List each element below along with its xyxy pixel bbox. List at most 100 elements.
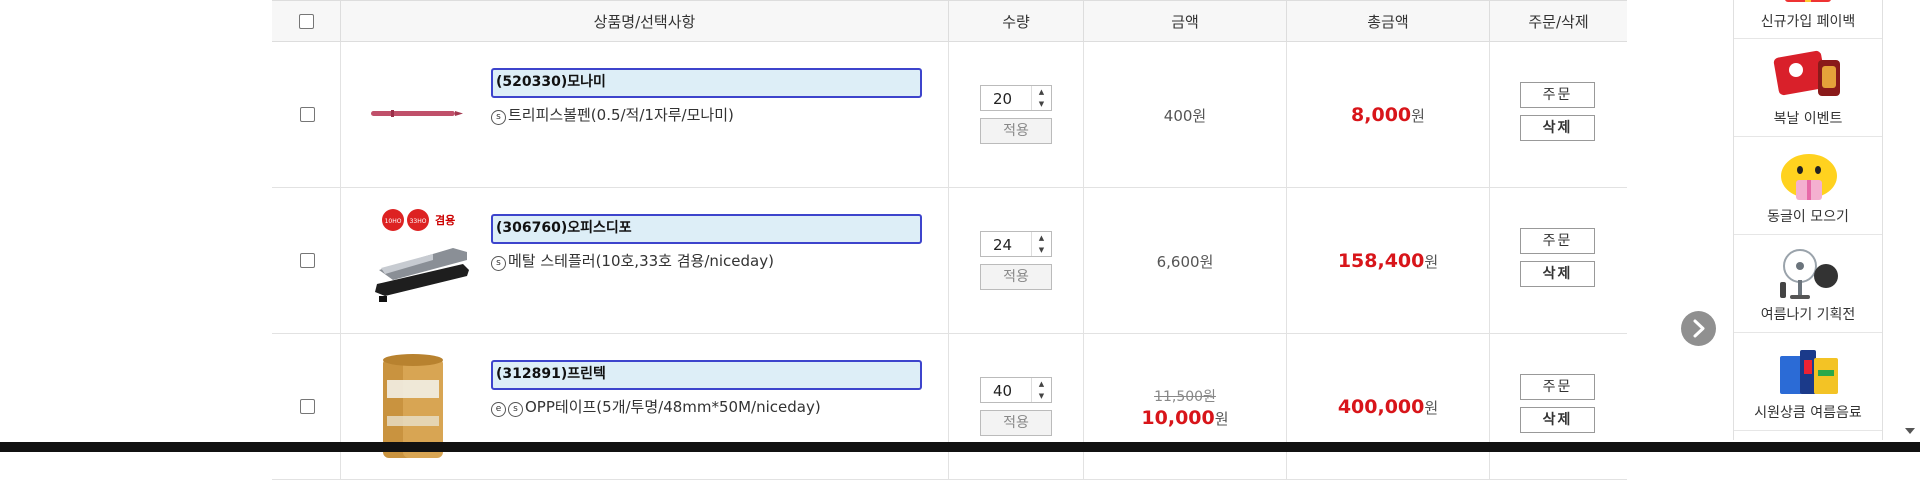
sale-price: 10,000원	[1084, 407, 1286, 429]
sidebar-item-label: 신규가입 페이백	[1760, 14, 1856, 30]
stepper-down-icon[interactable]: ▼	[1032, 98, 1051, 110]
red-cards-icon	[1773, 50, 1840, 96]
product-desc: OPP테이프(5개/투명/48mm*50M/niceday)	[525, 398, 821, 416]
row-select-cell	[272, 188, 341, 333]
order-button[interactable]: 주문	[1520, 82, 1595, 108]
select-all-checkbox[interactable]	[298, 13, 314, 29]
stepper-up-icon[interactable]: ▲	[1032, 378, 1051, 390]
table-row: (520330)모나미 s 트리피스볼펜(0.5/적/1자루/모나미) 20 ▲ …	[272, 42, 1627, 188]
apply-button[interactable]: 적용	[980, 264, 1052, 290]
product-cell: 10HO 33HO 겸용 (306760)오피스디포 s 메탈 스테플러(10호,…	[341, 188, 949, 333]
stepper-spin: ▲ ▼	[1031, 86, 1051, 110]
quantity-value[interactable]: 40	[993, 382, 1012, 400]
delete-button[interactable]: 삭제	[1520, 407, 1595, 433]
total-value: 8,000	[1351, 104, 1412, 126]
price-cell: 400원	[1084, 42, 1287, 187]
row-checkbox[interactable]	[300, 106, 315, 122]
won-unit: 원	[1424, 253, 1439, 271]
total-value: 400,000	[1337, 396, 1425, 418]
bottom-bar	[0, 442, 1920, 452]
apply-button[interactable]: 적용	[980, 118, 1052, 144]
sidebar-item-collect-donggle[interactable]: 동글이 모으기	[1734, 136, 1882, 235]
red-pen-image[interactable]	[363, 54, 483, 174]
total-cell: 158,400원	[1287, 188, 1490, 333]
delete-button[interactable]: 삭제	[1520, 115, 1595, 141]
price-cell: 6,600원	[1084, 188, 1287, 333]
sidebar-item-label: 시원상큼 여름음료	[1754, 405, 1862, 421]
quantity-stepper[interactable]: 40 ▲ ▼	[980, 377, 1052, 403]
next-arrow-button[interactable]	[1681, 311, 1716, 346]
cart-table-header: 상품명/선택사항 수량 금액 총금액 주문/삭제	[272, 0, 1627, 42]
e-badge-icon: e	[491, 402, 506, 417]
won-unit: 원	[1424, 399, 1439, 417]
sidebar-item-summer-promo[interactable]: 여름나기 기획전	[1734, 234, 1882, 333]
sidebar-item-signup-payback[interactable]: 신규가입 페이백	[1734, 0, 1882, 39]
thumb-label: 10HO	[385, 218, 402, 225]
quantity-value[interactable]: 24	[993, 236, 1012, 254]
total-cell: 400,000원	[1287, 334, 1490, 479]
cart-table: 상품명/선택사항 수량 금액 총금액 주문/삭제 (520330)모나미 s 트리…	[272, 0, 1627, 480]
sidebar-item-boknal-event[interactable]: 복날 이벤트	[1734, 38, 1882, 137]
stapler-image[interactable]: 10HO 33HO 겸용	[363, 200, 483, 320]
s-badge-icon: s	[491, 256, 506, 271]
header-select-cell	[272, 1, 341, 41]
quantity-stepper[interactable]: 24 ▲ ▼	[980, 231, 1052, 257]
stepper-down-icon[interactable]: ▼	[1032, 390, 1051, 402]
header-product: 상품명/선택사항	[341, 1, 949, 41]
quick-menu-sidebar: 신규가입 페이백 복날 이벤트 동글이 모으기 여름나기 기획전 시원상큼 여름…	[1733, 0, 1883, 440]
product-cell: (312891)프린텍 e s OPP테이프(5개/투명/48mm*50M/nice…	[341, 334, 949, 479]
product-option: e s OPP테이프(5개/투명/48mm*50M/niceday)	[491, 396, 821, 417]
header-total: 총금액	[1287, 1, 1490, 41]
drinks-icon	[1780, 350, 1838, 394]
product-name: (312891)프린텍	[496, 366, 606, 382]
gift-box-icon	[1785, 0, 1831, 2]
stepper-spin: ▲ ▼	[1031, 232, 1051, 256]
row-checkbox[interactable]	[300, 398, 315, 414]
stepper-spin: ▲ ▼	[1031, 378, 1051, 402]
s-badge-icon: s	[491, 110, 506, 125]
product-desc: 트리피스볼펜(0.5/적/1자루/모나미)	[508, 106, 734, 124]
header-price: 금액	[1084, 1, 1287, 41]
qty-cell: 40 ▲ ▼ 적용	[949, 334, 1084, 479]
row-select-cell	[272, 42, 341, 187]
price-cell: 11,500원 10,000원	[1084, 334, 1287, 479]
order-button[interactable]: 주문	[1520, 374, 1595, 400]
product-option: s 메탈 스테플러(10호,33호 겸용/niceday)	[491, 250, 774, 271]
unit-price: 6,600원	[1156, 253, 1214, 271]
total-price: 400,000원	[1287, 396, 1489, 418]
chevron-right-icon	[1693, 319, 1705, 338]
thumb-label: 겸용	[435, 214, 455, 227]
product-name-box[interactable]: (312891)프린텍	[491, 360, 922, 390]
s-badge-icon: s	[508, 402, 523, 417]
quantity-value[interactable]: 20	[993, 90, 1012, 108]
stepper-down-icon[interactable]: ▼	[1032, 244, 1051, 256]
stepper-up-icon[interactable]: ▲	[1032, 86, 1051, 98]
table-row: 10HO 33HO 겸용 (306760)오피스디포 s 메탈 스테플러(10호,…	[272, 188, 1627, 334]
won-unit: 원	[1411, 107, 1425, 125]
order-button[interactable]: 주문	[1520, 228, 1595, 254]
scroll-down-icon[interactable]	[1905, 428, 1915, 434]
total-value: 158,400	[1337, 250, 1425, 272]
sidebar-item-summer-drinks[interactable]: 시원상큼 여름음료	[1734, 332, 1882, 431]
product-option: s 트리피스볼펜(0.5/적/1자루/모나미)	[491, 104, 734, 125]
product-name-box[interactable]: (306760)오피스디포	[491, 214, 922, 244]
product-name: (306760)오피스디포	[496, 220, 632, 236]
product-desc: 메탈 스테플러(10호,33호 겸용/niceday)	[508, 252, 774, 270]
sidebar-item-label: 여름나기 기획전	[1760, 307, 1856, 323]
delete-button[interactable]: 삭제	[1520, 261, 1595, 287]
apply-button[interactable]: 적용	[980, 410, 1052, 436]
page-scrollbar[interactable]	[1899, 0, 1920, 442]
table-row: (312891)프린텍 e s OPP테이프(5개/투명/48mm*50M/nice…	[272, 334, 1627, 480]
row-select-cell	[272, 334, 341, 479]
original-price: 11,500원	[1154, 389, 1216, 405]
product-cell: (520330)모나미 s 트리피스볼펜(0.5/적/1자루/모나미)	[341, 42, 949, 187]
product-name-box[interactable]: (520330)모나미	[491, 68, 922, 98]
qty-cell: 20 ▲ ▼ 적용	[949, 42, 1084, 187]
quantity-stepper[interactable]: 20 ▲ ▼	[980, 85, 1052, 111]
row-checkbox[interactable]	[300, 252, 315, 268]
sidebar-item-label: 동글이 모으기	[1767, 209, 1849, 225]
stepper-up-icon[interactable]: ▲	[1032, 232, 1051, 244]
sale-value: 10,000	[1141, 407, 1215, 429]
yellow-character-icon	[1781, 154, 1837, 200]
product-name: (520330)모나미	[496, 74, 606, 90]
